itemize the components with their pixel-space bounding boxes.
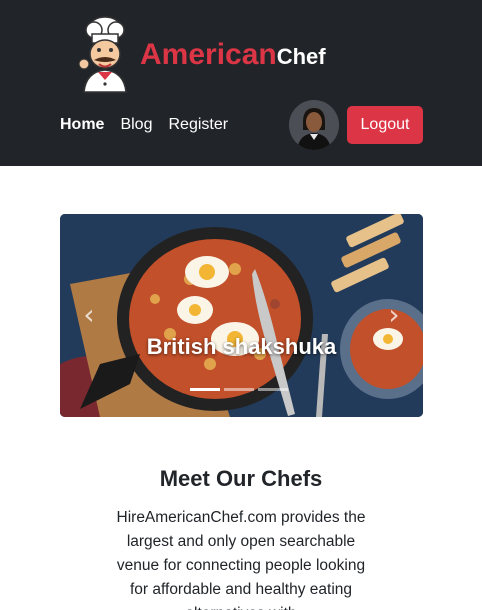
carousel-indicator-2[interactable] — [224, 388, 254, 391]
brand-logo-link[interactable]: AmericanChef — [74, 14, 326, 94]
carousel-indicator-3[interactable] — [258, 388, 288, 391]
nav-link-home[interactable]: Home — [60, 116, 104, 134]
carousel-prev-button[interactable]: ‹ — [74, 298, 104, 332]
logout-button[interactable]: Logout — [347, 106, 423, 144]
user-avatar-icon — [289, 100, 339, 150]
chef-mascot-icon — [78, 16, 127, 93]
brand-name-part2: Chef — [276, 44, 326, 69]
nav-link-register[interactable]: Register — [168, 116, 228, 134]
section-description: HireAmericanChef.com provides the larges… — [116, 509, 366, 610]
carousel-indicator-1[interactable] — [190, 388, 220, 391]
carousel-next-button[interactable]: › — [379, 298, 409, 332]
section-title: Meet Our Chefs — [159, 466, 323, 491]
chevron-right-icon: › — [388, 298, 400, 331]
brand-name: AmericanChef — [140, 38, 326, 72]
carousel-slide-image — [60, 214, 423, 417]
carousel-indicators — [190, 388, 288, 391]
nav-link-blog[interactable]: Blog — [120, 116, 152, 134]
featured-recipe-carousel: ‹ › British shakshuka — [60, 214, 423, 417]
carousel-caption: British shakshuka — [146, 334, 337, 359]
chevron-left-icon: ‹ — [83, 298, 95, 331]
top-navbar: AmericanChef Home Blog Register Logout — [0, 0, 482, 166]
main-nav: Home Blog Register — [60, 116, 244, 134]
brand-name-part1: American — [140, 38, 277, 71]
user-avatar[interactable] — [289, 100, 339, 150]
